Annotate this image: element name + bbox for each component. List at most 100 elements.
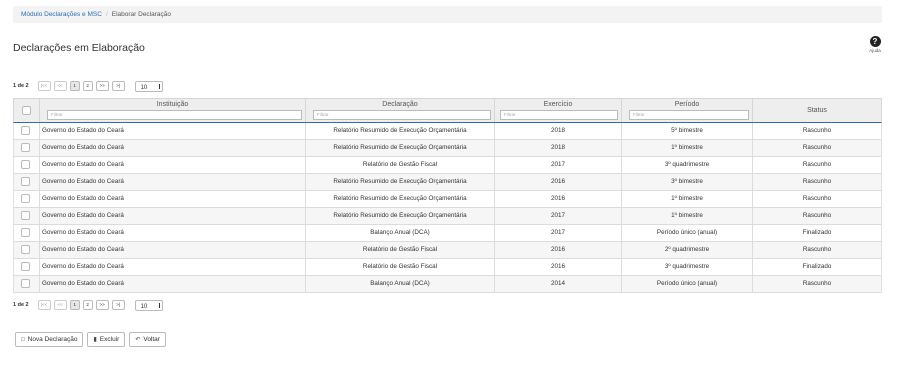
row-checkbox[interactable] bbox=[21, 160, 30, 169]
prev-page-button[interactable]: << bbox=[53, 81, 67, 91]
undo-arrow-icon: ↶ bbox=[135, 337, 141, 343]
breadcrumb-current: Elaborar Declaração bbox=[111, 11, 172, 18]
page-2-button[interactable]: 2 bbox=[82, 300, 93, 310]
page-1-button[interactable]: 1 bbox=[69, 300, 80, 310]
table-row[interactable]: Governo do Estado do Ceará Relatório Resu… bbox=[13, 208, 882, 225]
filter-declaracao-input[interactable]: Filtrar bbox=[313, 110, 491, 120]
header-select-all bbox=[14, 99, 39, 122]
cell-periodo: 1º bimestre bbox=[621, 191, 752, 207]
cell-instituicao: Governo do Estado do Ceará bbox=[39, 123, 305, 139]
cell-status: Rascunho bbox=[752, 140, 881, 156]
page-size-select[interactable]: 10 bbox=[134, 299, 163, 311]
cell-declaracao: Relatório Resumido de Execução Orçamentá… bbox=[305, 208, 494, 224]
table-row[interactable]: Governo do Estado do Ceará Relatório de G… bbox=[13, 259, 882, 276]
cell-instituicao: Governo do Estado do Ceará bbox=[39, 259, 305, 275]
table-row[interactable]: Governo do Estado do Ceará Relatório de G… bbox=[13, 157, 882, 174]
cell-status: Rascunho bbox=[752, 276, 881, 292]
help-label: Ajuda bbox=[869, 48, 881, 53]
help-icon: ? bbox=[869, 36, 881, 47]
cell-periodo: Período único (anual) bbox=[621, 276, 752, 292]
cell-exercicio: 2017 bbox=[494, 225, 621, 241]
row-checkbox[interactable] bbox=[21, 279, 30, 288]
next-page-button[interactable]: >> bbox=[95, 300, 109, 310]
row-checkbox[interactable] bbox=[21, 177, 30, 186]
filter-instituicao-input[interactable]: Filtrar bbox=[47, 110, 302, 120]
cell-exercicio: 2017 bbox=[494, 208, 621, 224]
cell-periodo: 5º bimestre bbox=[621, 123, 752, 139]
filter-exercicio-input[interactable]: Filtrar bbox=[500, 110, 618, 120]
action-bar: □ Nova Declaração ▮ Excluir ↶ Voltar bbox=[15, 332, 166, 347]
first-page-button[interactable]: |<< bbox=[37, 81, 51, 91]
column-label-declaracao: Declaração bbox=[382, 101, 418, 108]
table-row[interactable]: Governo do Estado do Ceará Relatório de G… bbox=[13, 242, 882, 259]
new-declaration-label: Nova Declaração bbox=[27, 336, 78, 343]
cell-instituicao: Governo do Estado do Ceará bbox=[39, 242, 305, 258]
cell-exercicio: 2016 bbox=[494, 174, 621, 190]
row-checkbox[interactable] bbox=[21, 245, 30, 254]
cell-status: Finalizado bbox=[752, 259, 881, 275]
trash-icon: ▮ bbox=[93, 337, 97, 343]
next-page-button[interactable]: >> bbox=[95, 81, 109, 91]
column-label-exercicio: Exercício bbox=[543, 101, 573, 108]
page-title: Declarações em Elaboração bbox=[13, 42, 145, 54]
pager-info: 1 de 2 bbox=[13, 83, 29, 89]
cell-declaracao: Relatório Resumido de Execução Orçamentá… bbox=[305, 191, 494, 207]
cell-status: Rascunho bbox=[752, 174, 881, 190]
cell-declaracao: Balanço Anual (DCA) bbox=[305, 225, 494, 241]
cell-instituicao: Governo do Estado do Ceará bbox=[39, 157, 305, 173]
pager-info: 1 de 2 bbox=[13, 302, 29, 308]
column-label-status: Status bbox=[807, 107, 827, 114]
cell-instituicao: Governo do Estado do Ceará bbox=[39, 174, 305, 190]
cell-exercicio: 2018 bbox=[494, 140, 621, 156]
cell-declaracao: Relatório de Gestão Fiscal bbox=[305, 157, 494, 173]
row-checkbox[interactable] bbox=[21, 194, 30, 203]
page-size-select[interactable]: 10 bbox=[134, 80, 163, 92]
cell-instituicao: Governo do Estado do Ceará bbox=[39, 225, 305, 241]
prev-page-button[interactable]: << bbox=[53, 300, 67, 310]
cell-instituicao: Governo do Estado do Ceará bbox=[39, 276, 305, 292]
column-label-periodo: Período bbox=[674, 101, 700, 108]
page-2-button[interactable]: 2 bbox=[82, 81, 93, 91]
cell-status: Rascunho bbox=[752, 191, 881, 207]
page-1-button[interactable]: 1 bbox=[69, 81, 80, 91]
header-status: Status bbox=[752, 99, 881, 122]
cell-declaracao: Relatório Resumido de Execução Orçamentá… bbox=[305, 174, 494, 190]
table-row[interactable]: Governo do Estado do Ceará Relatório Resu… bbox=[13, 174, 882, 191]
header-declaracao: Declaração Filtrar bbox=[305, 99, 494, 122]
row-checkbox[interactable] bbox=[21, 211, 30, 220]
cell-declaracao: Relatório de Gestão Fiscal bbox=[305, 242, 494, 258]
cell-declaracao: Relatório de Gestão Fiscal bbox=[305, 259, 494, 275]
cell-exercicio: 2017 bbox=[494, 157, 621, 173]
cell-periodo: 1º bimestre bbox=[621, 208, 752, 224]
cell-exercicio: 2016 bbox=[494, 191, 621, 207]
delete-button[interactable]: ▮ Excluir bbox=[87, 332, 126, 347]
breadcrumb-separator: / bbox=[105, 11, 108, 18]
cell-instituicao: Governo do Estado do Ceará bbox=[39, 208, 305, 224]
cell-exercicio: 2014 bbox=[494, 276, 621, 292]
table-row[interactable]: Governo do Estado do Ceará Relatório Resu… bbox=[13, 123, 882, 140]
last-page-button[interactable]: >| bbox=[111, 81, 125, 91]
row-checkbox[interactable] bbox=[21, 228, 30, 237]
header-instituicao: Instituição Filtrar bbox=[39, 99, 305, 122]
row-checkbox[interactable] bbox=[21, 143, 30, 152]
back-button[interactable]: ↶ Voltar bbox=[129, 332, 166, 347]
cell-periodo: Período único (anual) bbox=[621, 225, 752, 241]
row-checkbox[interactable] bbox=[21, 262, 30, 271]
select-all-checkbox[interactable] bbox=[22, 106, 31, 115]
document-icon: □ bbox=[21, 336, 25, 343]
help-button[interactable]: ? Ajuda bbox=[866, 36, 884, 53]
breadcrumb-link-modulo[interactable]: Módulo Declarações e MSC bbox=[21, 11, 102, 18]
table-row[interactable]: Governo do Estado do Ceará Relatório Resu… bbox=[13, 140, 882, 157]
last-page-button[interactable]: >| bbox=[111, 300, 125, 310]
table-row[interactable]: Governo do Estado do Ceará Balanço Anual … bbox=[13, 225, 882, 242]
new-declaration-button[interactable]: □ Nova Declaração bbox=[15, 332, 84, 347]
table-row[interactable]: Governo do Estado do Ceará Balanço Anual … bbox=[13, 276, 882, 293]
cell-status: Rascunho bbox=[752, 157, 881, 173]
row-checkbox[interactable] bbox=[21, 126, 30, 135]
first-page-button[interactable]: |<< bbox=[37, 300, 51, 310]
cell-declaracao: Balanço Anual (DCA) bbox=[305, 276, 494, 292]
table-row[interactable]: Governo do Estado do Ceará Relatório Resu… bbox=[13, 191, 882, 208]
filter-periodo-input[interactable]: Filtrar bbox=[629, 110, 749, 120]
pager-top: 1 de 2 |<< << 1 2 >> >| 10 bbox=[13, 80, 163, 92]
back-label: Voltar bbox=[143, 336, 160, 343]
